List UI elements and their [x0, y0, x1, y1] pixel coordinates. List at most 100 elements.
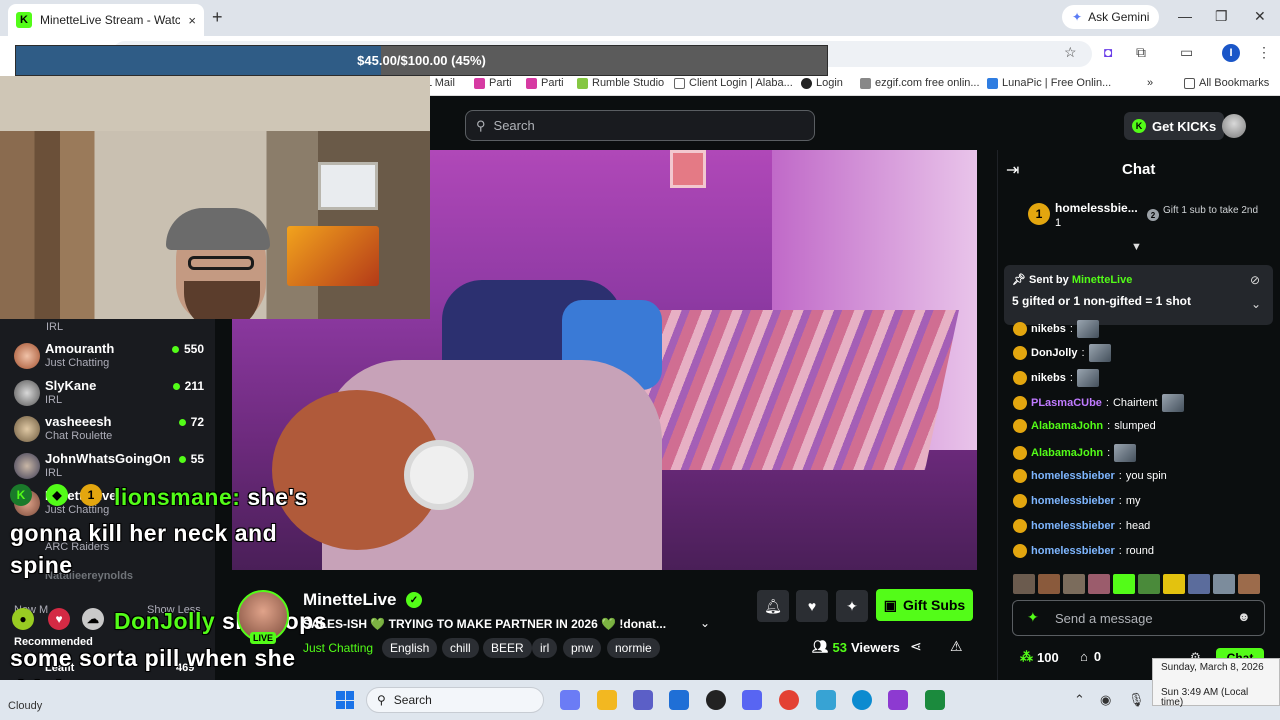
caption-line-4: DonJolly she pops [114, 608, 327, 635]
channel-points[interactable]: ⁂ 100 [1020, 649, 1059, 665]
notification-bell-button[interactable]: 🔔︎ [757, 590, 789, 622]
bookmark-login[interactable]: Login [801, 77, 843, 89]
report-warning-icon[interactable]: ⚠ [950, 638, 963, 655]
expand-title-chevron-icon[interactable]: ⌄ [700, 616, 710, 630]
clip-sparkle-button[interactable]: ✦ [836, 590, 868, 622]
emote-icon[interactable] [1113, 574, 1135, 594]
new-tab-button[interactable]: + [212, 7, 223, 28]
stream-category-link[interactable]: Just Chatting [303, 641, 373, 655]
get-kicks-button[interactable]: K Get KICKs [1124, 112, 1225, 140]
tag-pnw[interactable]: pnw [563, 638, 602, 658]
tag-irl[interactable]: irl [532, 638, 558, 658]
collapse-chat-icon[interactable]: ⇥ [1006, 160, 1019, 180]
leaderboard-top-user[interactable]: homelessbie... [1055, 201, 1138, 215]
discord-icon[interactable] [742, 690, 762, 710]
minimize-icon[interactable]: — [1178, 8, 1192, 24]
folder-icon [1184, 77, 1195, 89]
avatar [14, 453, 40, 479]
emote-icon[interactable] [1013, 574, 1035, 594]
file-explorer-icon[interactable] [597, 690, 617, 710]
emote-icon[interactable] [1088, 574, 1110, 594]
document-icon [674, 77, 685, 89]
hide-pinned-icon[interactable]: ⊘ [1250, 273, 1260, 287]
bookmark-parti-2[interactable]: Parti [526, 77, 564, 89]
badge-icon: ● [12, 608, 34, 630]
sidebar-channel-amouranth[interactable]: Amouranth Just Chatting 550 [14, 341, 204, 375]
pin-icon: 📌︎ [1012, 274, 1026, 286]
expand-pinned-chevron-icon[interactable]: ⌄ [1251, 297, 1261, 311]
bookmark-lunapic[interactable]: LunaPic | Free Onlin... [987, 77, 1111, 89]
bookmark-mail[interactable]: L Mail [426, 77, 455, 89]
emote-icon[interactable] [1038, 574, 1060, 594]
app-icon[interactable] [888, 690, 908, 710]
chrome-icon[interactable] [779, 690, 799, 710]
extension-p-icon[interactable]: ◘ [1104, 44, 1112, 60]
browser-profile-avatar[interactable]: I [1222, 44, 1240, 62]
channel-category: IRL [45, 467, 63, 479]
edge-icon[interactable] [852, 690, 872, 710]
gift-subs-button[interactable]: ▣ Gift Subs [876, 589, 973, 621]
tab-close-icon[interactable]: × [188, 13, 196, 28]
bookmark-ezgif[interactable]: ezgif.com free onlin... [860, 77, 980, 89]
gifter-badge-icon [1013, 519, 1027, 533]
sidebar-channel-slykane[interactable]: SlyKane IRL 211 [14, 378, 204, 412]
chat-message-input[interactable]: Send a message [1012, 600, 1265, 636]
share-icon[interactable]: ⋖ [910, 638, 922, 655]
tag-beer[interactable]: BEER [483, 638, 532, 658]
gifter-badge-icon [1013, 346, 1027, 360]
bookmarks-overflow[interactable]: » [1147, 77, 1153, 89]
app-icon[interactable] [816, 690, 836, 710]
emoji-picker-icon[interactable]: ☻ [1237, 609, 1251, 624]
tray-chevron-icon[interactable]: ⌃ [1074, 692, 1085, 708]
taskbar-search[interactable]: ⚲ Search [366, 687, 544, 713]
pinned-username[interactable]: MinetteLive [1072, 274, 1133, 286]
tab-title: MinetteLive Stream - Watch Liv [40, 13, 181, 27]
user-avatar[interactable] [1222, 114, 1246, 138]
ask-gemini-button[interactable]: ✦ Ask Gemini [1062, 5, 1160, 29]
emote-icon[interactable] [1188, 574, 1210, 594]
browser-tab[interactable]: K MinetteLive Stream - Watch Liv × [8, 4, 204, 36]
emote-icon[interactable] [1238, 574, 1260, 594]
rumble-icon [577, 77, 588, 89]
streamer-name[interactable]: MinetteLive [303, 590, 397, 610]
windows-start-icon[interactable] [336, 691, 354, 709]
tag-english[interactable]: English [382, 638, 438, 658]
cast-icon[interactable]: ▭ [1180, 44, 1193, 61]
sidebar-channel-vasheeesh[interactable]: vasheeesh Chat Roulette 72 [14, 414, 204, 448]
bookmark-rumble-studio[interactable]: Rumble Studio [577, 77, 664, 89]
caption-user: lionsmane: [114, 484, 241, 510]
browser-menu-icon[interactable]: ⋮ [1257, 44, 1271, 61]
kick-sparkle-icon[interactable]: ✦ [1027, 609, 1039, 626]
bookmark-star-icon[interactable]: ☆ [1064, 44, 1077, 61]
emote-icon[interactable] [1213, 574, 1235, 594]
emote-icon[interactable] [1063, 574, 1085, 594]
follow-heart-button[interactable]: ♥ [796, 590, 828, 622]
leaderboard-expand-icon[interactable]: ▼ [1131, 241, 1142, 253]
store-icon[interactable] [669, 690, 689, 710]
weather-label[interactable]: Cloudy [8, 700, 42, 712]
emote-icon[interactable] [1138, 574, 1160, 594]
search-input[interactable]: ⚲ Search [465, 110, 815, 141]
excel-icon[interactable] [925, 690, 945, 710]
obs-icon[interactable] [706, 690, 726, 710]
restore-icon[interactable]: ❐ [1215, 8, 1228, 25]
network-icon[interactable]: ◉ [1100, 692, 1111, 708]
pinned-text: 5 gifted or 1 non-gifted = 1 shot [1012, 294, 1192, 308]
chat-bank[interactable]: ⌂ 0 [1080, 649, 1101, 664]
copilot-icon[interactable] [560, 690, 580, 710]
all-bookmarks[interactable]: All Bookmarks [1184, 77, 1269, 89]
viewers-icon: 👥︎ [812, 639, 829, 654]
extensions-puzzle-icon[interactable]: ⧉ [1136, 44, 1146, 61]
emote-quick-bar [1013, 574, 1268, 594]
gifter-badge-icon [1013, 322, 1027, 336]
tag-normie[interactable]: normie [607, 638, 660, 658]
microphone-icon[interactable]: 🎙︎ [1128, 692, 1145, 708]
bookmark-client-login[interactable]: Client Login | Alaba... [674, 77, 793, 89]
sidebar-channel-johnwhatsgoingon[interactable]: JohnWhatsGoingOn IRL 55 [14, 451, 204, 485]
bookmark-parti-1[interactable]: Parti [474, 77, 512, 89]
teams-icon[interactable] [633, 690, 653, 710]
gifter-badge-icon [1013, 419, 1027, 433]
tag-chill[interactable]: chill [442, 638, 479, 658]
window-close-icon[interactable]: ✕ [1254, 8, 1266, 25]
emote-icon[interactable] [1163, 574, 1185, 594]
